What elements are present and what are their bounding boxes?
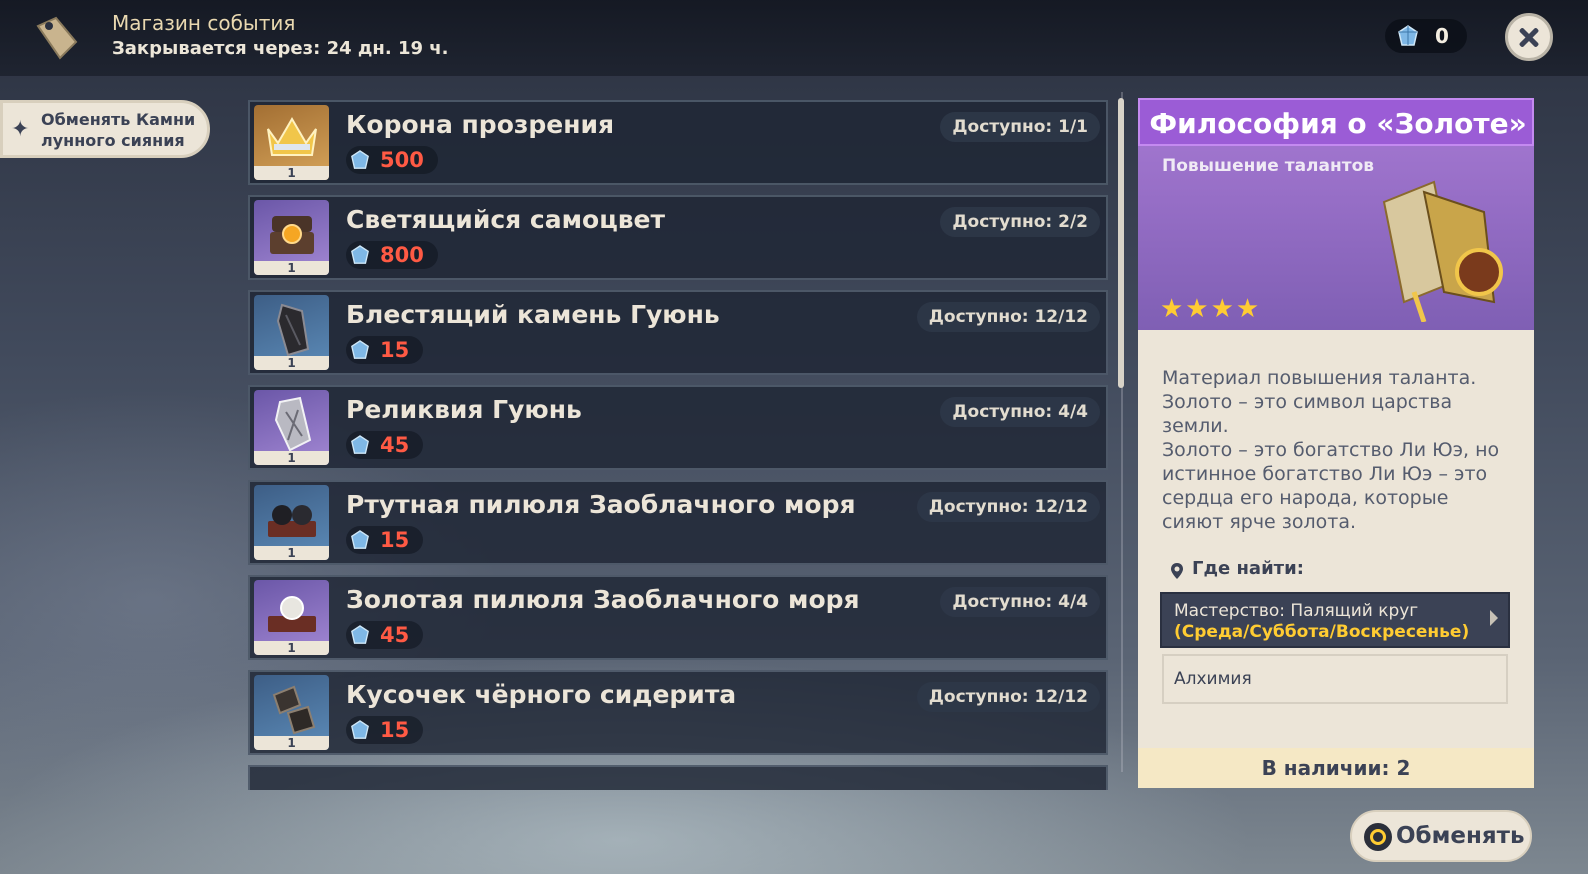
currency-value: 0	[1435, 24, 1449, 48]
item-name: Светящийся самоцвет	[346, 205, 666, 234]
exchange-moonstone-button[interactable]: ✦ Обменять Камни лунного сияния	[0, 100, 210, 158]
rarity-stars: ★★★★	[1160, 294, 1262, 324]
exchange-button[interactable]: Обменять	[1350, 810, 1532, 862]
item-name: Золотая пилюля Заоблачного моря	[346, 585, 860, 614]
detail-body: Материал повышения таланта. Золото – это…	[1138, 330, 1534, 748]
item-availability: Доступно: 4/4	[940, 397, 1100, 427]
shop-item[interactable]: 1 Ртутная пилюля Заоблачного моря 15 Дос…	[248, 480, 1108, 565]
gem-chest-icon: 1	[254, 200, 329, 275]
moonstone-currency-icon	[351, 720, 369, 739]
chevron-right-icon	[1490, 610, 1498, 626]
confirm-ring-icon	[1364, 823, 1392, 851]
item-price: 15	[346, 526, 424, 554]
item-price: 45	[346, 621, 424, 649]
exchange-button-label: Обменять	[1396, 823, 1525, 849]
source-domain-name: Мастерство: Палящий круг	[1174, 601, 1419, 621]
item-availability: Доступно: 1/1	[940, 112, 1100, 142]
item-name: Реликвия Гуюнь	[346, 395, 582, 424]
moonstone-currency-icon	[351, 340, 369, 359]
item-name: Блестящий камень Гуюнь	[346, 300, 720, 329]
top-bar: Магазин события Закрывается через: 24 дн…	[0, 0, 1588, 76]
shop-item-list[interactable]: 1 Корона прозрения 500 Доступно: 1/1 1 С…	[248, 100, 1108, 790]
moonstone-currency-icon	[1398, 25, 1418, 46]
item-price: 800	[346, 241, 438, 269]
shop-item[interactable]: 1 Золотая пилюля Заоблачного моря 45 Дос…	[248, 575, 1108, 660]
item-name: Ртутная пилюля Заоблачного моря	[346, 490, 856, 519]
closing-timer: Закрывается через: 24 дн. 19 ч.	[112, 38, 449, 59]
stock-count: В наличии: 2	[1138, 748, 1534, 788]
siderite-icon: 1	[254, 675, 329, 750]
item-price: 15	[346, 336, 424, 364]
source-alchemy: Алхимия	[1162, 654, 1508, 704]
relic-icon: 1	[254, 390, 329, 465]
exchange-moonstone-label: Обменять Камни лунного сияния	[41, 110, 196, 150]
shop-item[interactable]: 1 Светящийся самоцвет 800 Доступно: 2/2	[248, 195, 1108, 280]
detail-title-bar: Философия о «Золоте»	[1138, 98, 1534, 146]
philosophy-book-icon	[1382, 180, 1503, 322]
item-price: 45	[346, 431, 424, 459]
source-domain-days: (Среда/Суббота/Воскресенье)	[1174, 622, 1470, 642]
moonstone-currency-icon	[351, 435, 369, 454]
item-availability: Доступно: 12/12	[916, 492, 1100, 522]
item-name: Корона прозрения	[346, 110, 615, 139]
detail-item-type: Повышение талантов	[1162, 156, 1375, 176]
source-domain-button[interactable]: Мастерство: Палящий круг (Среда/Суббота/…	[1160, 592, 1510, 648]
item-detail-panel: Философия о «Золоте» Повышение талантов …	[1138, 98, 1534, 788]
detail-header: Философия о «Золоте» Повышение талантов …	[1138, 98, 1534, 330]
shop-item[interactable]: 1 Кусочек чёрного сидерита 15 Доступно: …	[248, 670, 1108, 755]
close-button[interactable]	[1505, 13, 1553, 61]
pearl-pill-icon: 1	[254, 580, 329, 655]
shop-item[interactable]: 1 Реликвия Гуюнь 45 Доступно: 4/4	[248, 385, 1108, 470]
sparkle-icon: ✦	[11, 117, 30, 142]
crown-icon: 1	[254, 105, 329, 180]
location-pin-icon	[1171, 563, 1183, 579]
where-to-find-label: Где найти:	[1192, 558, 1304, 579]
moonstone-currency-icon	[351, 245, 369, 264]
shop-item[interactable]: 1 Корона прозрения 500 Доступно: 1/1	[248, 100, 1108, 185]
item-availability: Доступно: 4/4	[940, 587, 1100, 617]
item-price: 500	[346, 146, 438, 174]
item-availability: Доступно: 2/2	[940, 207, 1100, 237]
scrollbar-thumb[interactable]	[1118, 98, 1124, 388]
currency-counter: 0	[1385, 19, 1467, 53]
list-scrollbar[interactable]	[1118, 92, 1126, 772]
item-availability: Доступно: 12/12	[916, 682, 1100, 712]
shop-tag-icon	[36, 16, 78, 60]
moonstone-currency-icon	[351, 530, 369, 549]
item-availability: Доступно: 12/12	[916, 302, 1100, 332]
shop-item-partial[interactable]	[248, 765, 1108, 790]
item-description: Материал повышения таланта. Золото – это…	[1162, 367, 1500, 533]
detail-title: Философия о «Золоте»	[1149, 107, 1527, 140]
moonstone-currency-icon	[351, 150, 369, 169]
black-pills-icon: 1	[254, 485, 329, 560]
item-name: Кусочек чёрного сидерита	[346, 680, 737, 709]
moonstone-currency-icon	[351, 625, 369, 644]
shop-title: Магазин события	[112, 11, 296, 35]
dark-stone-icon: 1	[254, 295, 329, 370]
item-price: 15	[346, 716, 424, 744]
shop-item[interactable]: 1 Блестящий камень Гуюнь 15 Доступно: 12…	[248, 290, 1108, 375]
